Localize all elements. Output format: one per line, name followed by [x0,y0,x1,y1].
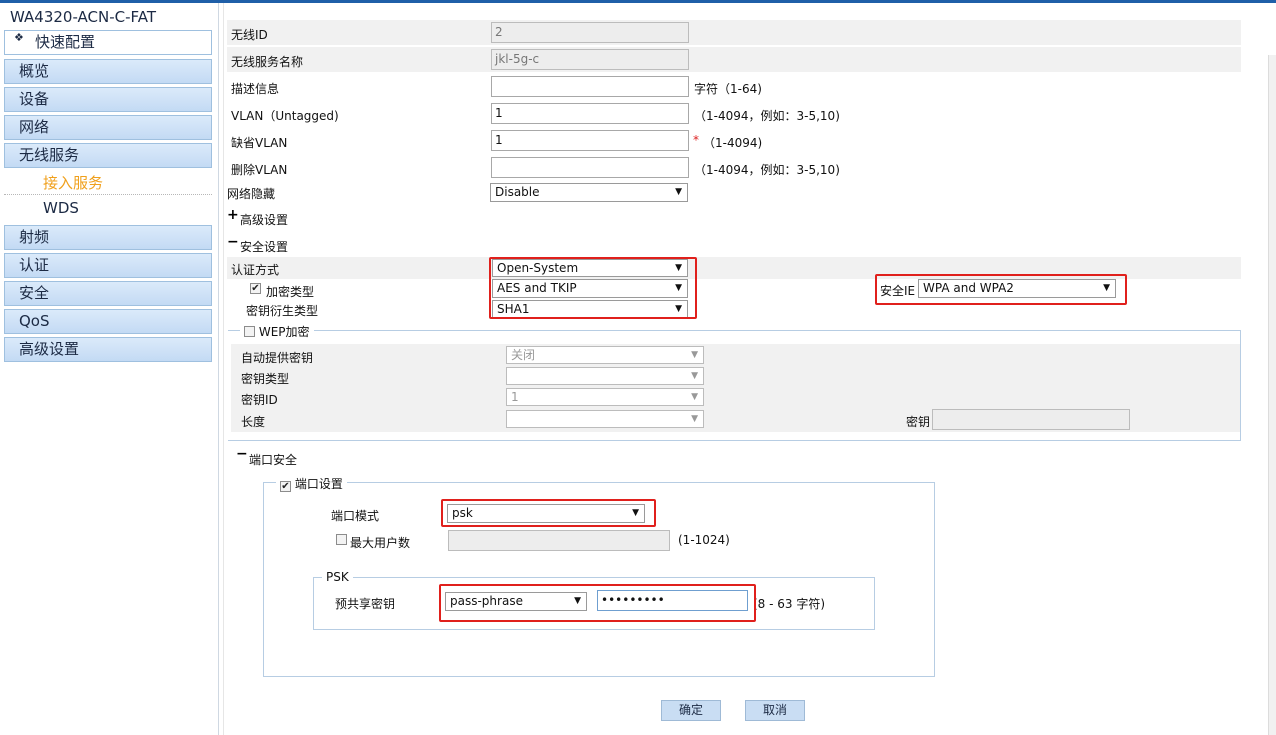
advanced-settings-toggle[interactable]: 高级设置 [240,211,288,228]
security-settings-toggle[interactable]: 安全设置 [240,238,288,255]
collapse-security-icon[interactable]: − [227,234,239,250]
wep-auto-key-label: 自动提供密钥 [241,351,314,365]
akm-label: 密钥衍生类型 [246,304,319,318]
sidebar-item-authentication[interactable]: 认证 [4,253,212,278]
row-delete-vlan: 删除VLAN （1-4094，例如：3-5,10) [227,155,1241,180]
highlight-box-security [489,257,697,319]
default-vlan-input[interactable]: 1 [491,130,689,151]
ssid-label: 无线服务名称 [231,55,304,69]
vlan-untagged-hint: （1-4094，例如：3-5,10) [694,109,840,123]
wep-label: WEP加密 [258,325,310,339]
sidebar-subitem-access-service[interactable]: 接入服务 [43,172,103,193]
expand-advanced-icon[interactable]: + [227,207,239,223]
delete-vlan-input[interactable] [491,157,689,178]
max-users-hint: (1-1024) [678,533,730,547]
network-hide-value: Disable [495,185,540,199]
network-hide-select[interactable]: Disable ▼ [490,183,688,202]
delete-vlan-label: 删除VLAN [231,163,288,177]
sidebar-subitem-wds[interactable]: WDS [43,199,79,217]
sidebar-item-radio[interactable]: 射频 [4,225,212,250]
row-description: 描述信息 字符（1-64) [227,74,1241,99]
cipher-label: 加密类型 [266,285,315,299]
default-vlan-label: 缺省VLAN [231,136,288,150]
description-label: 描述信息 [231,82,280,96]
required-star: * [693,133,699,147]
wep-key-id-value: 1 [511,390,519,404]
wep-length-select: ▼ [506,410,704,428]
vlan-untagged-input[interactable]: 1 [491,103,689,124]
psk-label: 预共享密钥 [335,597,396,611]
wep-key-id-select: 1 ▼ [506,388,704,406]
cancel-button[interactable]: 取消 [745,700,805,721]
port-settings-label: 端口设置 [294,477,343,491]
content-divider [223,3,224,735]
device-title: WA4320-ACN-C-FAT [10,8,157,26]
max-users-input [448,530,670,551]
sidebar-item-qos[interactable]: QoS [4,309,212,334]
row-ssid: 无线服务名称 jkl-5g-c [227,47,1241,72]
sidebar-item-network[interactable]: 网络 [4,115,212,140]
row-default-vlan: 缺省VLAN 1 * （1-4094) [227,128,1241,153]
description-input[interactable] [491,76,689,97]
highlight-box-psk [439,584,756,622]
psk-hint: (8 - 63 字符) [753,597,826,611]
vlan-untagged-label: VLAN（Untagged) [231,109,339,123]
sidebar-item-security[interactable]: 安全 [4,281,212,306]
sidebar-item-quick-config[interactable]: ❖ 快速配置 [4,30,212,55]
default-vlan-hint: （1-4094) [703,136,763,150]
wep-legend: WEP加密 [240,323,314,340]
port-settings-checkbox[interactable]: ✔ [280,481,291,492]
wlan-id-label: 无线ID [231,28,268,42]
sidebar-item-label: 快速配置 [35,33,96,51]
sidebar-item-advanced[interactable]: 高级设置 [4,337,212,362]
triangle-down-icon: ▼ [675,187,682,197]
wep-key-type-select: ▼ [506,367,704,385]
wep-auto-key-value: 关闭 [511,348,536,362]
wep-key-input [932,409,1130,430]
sidebar: WA4320-ACN-C-FAT ❖ 快速配置 概览 设备 网络 无线服务 接入… [0,3,218,735]
wep-checkbox[interactable] [244,326,255,337]
row-wlan-id: 无线ID 2 [227,20,1241,45]
wep-auto-key-select: 关闭 ▼ [506,346,704,364]
network-hide-label: 网络隐藏 [227,187,276,201]
sidebar-item-device[interactable]: 设备 [4,87,212,112]
port-security-toggle[interactable]: 端口安全 [249,451,297,468]
row-network-hide: 网络隐藏 Disable ▼ [227,181,1241,206]
triangle-down-icon: ▼ [691,414,698,424]
description-hint: 字符（1-64) [694,82,762,96]
max-users-label: 最大用户数 [350,536,411,550]
triangle-down-icon: ▼ [691,392,698,402]
divider [4,194,212,195]
sidebar-item-wireless-service[interactable]: 无线服务 [4,143,212,168]
ssid-input: jkl-5g-c [491,49,689,70]
triangle-down-icon: ▼ [691,350,698,360]
delete-vlan-hint: （1-4094，例如：3-5,10) [694,163,840,177]
diamond-icon: ❖ [14,31,24,44]
port-mode-label: 端口模式 [331,509,380,523]
port-settings-legend: ✔ 端口设置 [276,475,347,492]
max-users-checkbox[interactable] [336,534,347,545]
ok-button[interactable]: 确定 [661,700,721,721]
collapse-port-security-icon[interactable]: − [236,446,248,462]
scrollbar[interactable] [1268,55,1276,735]
sidebar-item-overview[interactable]: 概览 [4,59,212,84]
sidebar-divider [218,3,219,735]
wlan-id-input: 2 [491,22,689,43]
auth-mode-label: 认证方式 [231,263,280,277]
highlight-box-port-mode [441,499,656,527]
highlight-box-security-ie [875,274,1127,305]
triangle-down-icon: ▼ [691,371,698,381]
row-vlan-untagged: VLAN（Untagged) 1 （1-4094，例如：3-5,10) [227,101,1241,126]
wep-key-type-label: 密钥类型 [241,372,290,386]
psk-legend: PSK [322,570,353,584]
wep-key-id-label: 密钥ID [241,393,278,407]
cipher-checkbox[interactable]: ✔ [250,283,261,294]
wep-key-label: 密钥 [906,415,931,429]
wep-length-label: 长度 [241,415,266,429]
